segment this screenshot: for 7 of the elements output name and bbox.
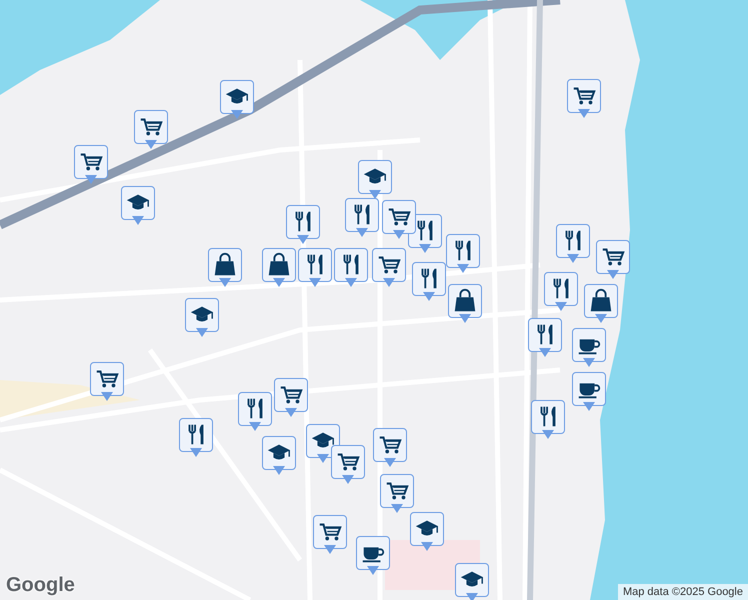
map-logo: Google [6, 574, 75, 597]
bag-icon [588, 288, 614, 314]
map-attribution: Map data ©2025 Google [618, 584, 748, 600]
map-marker[interactable] [455, 563, 489, 600]
bag-icon [452, 288, 478, 314]
bag-icon [212, 252, 238, 278]
bag-icon [266, 252, 292, 278]
